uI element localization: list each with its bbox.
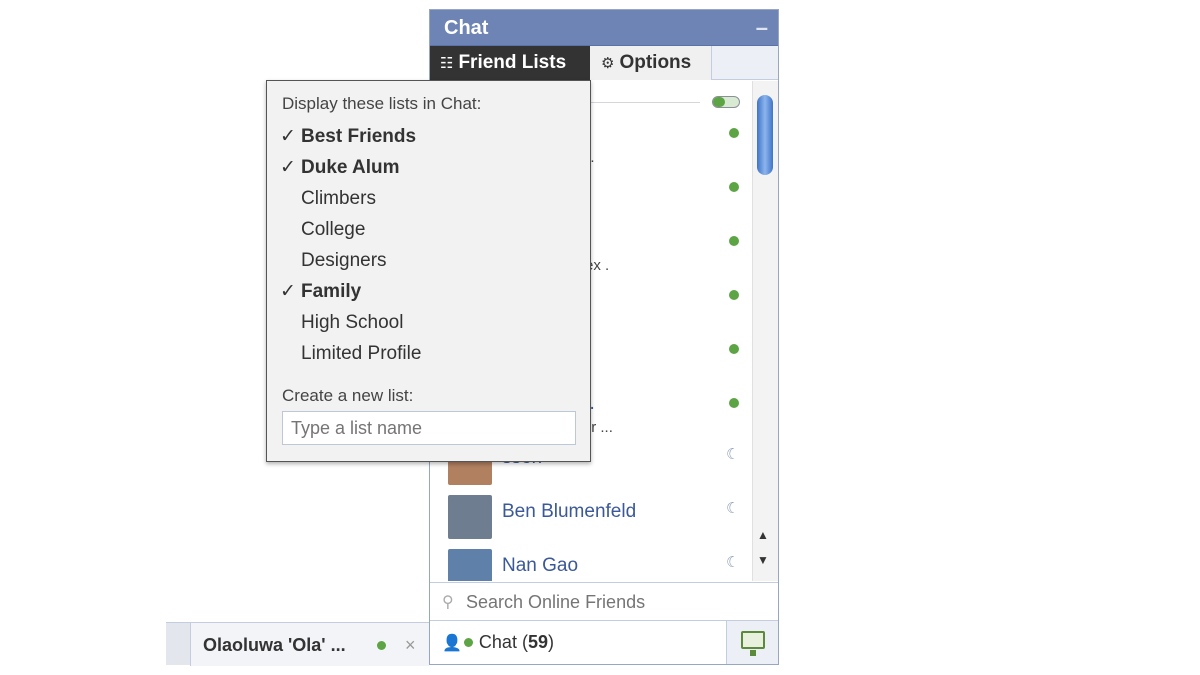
- conversation-tab-name: Olaoluwa 'Ola' ...: [203, 635, 346, 655]
- online-status-icon: [729, 344, 739, 354]
- list-option[interactable]: Climbers: [267, 184, 590, 214]
- scrollbar[interactable]: ▲ ▼: [752, 81, 778, 581]
- friend-row[interactable]: Nan Gao ☾: [430, 543, 752, 581]
- gear-icon: ⚙: [601, 55, 615, 72]
- online-status-icon: [729, 128, 739, 138]
- divider: [590, 102, 700, 103]
- tab-options-label: Options: [619, 52, 692, 73]
- search-input[interactable]: [466, 589, 766, 615]
- avatar: [448, 549, 492, 581]
- friend-name: Nan Gao: [502, 555, 579, 576]
- online-status-icon: [729, 236, 739, 246]
- online-status-icon: [729, 182, 739, 192]
- idle-moon-icon: ☾: [726, 500, 740, 517]
- idle-moon-icon: ☾: [726, 446, 740, 463]
- toggle-knob: [713, 97, 725, 107]
- avatar: [448, 495, 492, 539]
- list-option-label: Limited Profile: [301, 343, 422, 364]
- dropdown-heading: Display these lists in Chat:: [282, 94, 482, 113]
- tab-friend-lists[interactable]: ☷ Friend Lists: [430, 46, 590, 80]
- online-status-icon: [463, 638, 473, 647]
- chat-footer-button[interactable]: 👤 Chat (59): [430, 620, 726, 664]
- list-option[interactable]: ✓ Family: [267, 277, 590, 307]
- list-option-label: Best Friends: [301, 126, 417, 147]
- minimize-icon[interactable]: –: [756, 10, 768, 46]
- list-option-label: Climbers: [301, 188, 376, 209]
- scroll-down-arrow-icon[interactable]: ▼: [757, 553, 769, 567]
- chat-footer-close-paren: ): [547, 632, 554, 652]
- chat-settings-button[interactable]: [726, 620, 778, 664]
- availability-toggle[interactable]: [712, 96, 740, 108]
- checkmark-icon: ✓: [280, 157, 296, 178]
- checkmark-icon: ✓: [280, 281, 296, 302]
- online-count: 59: [527, 632, 548, 652]
- online-status-icon: [729, 290, 739, 300]
- friend-row[interactable]: Ben Blumenfeld ☾: [430, 489, 752, 543]
- conversation-tab[interactable]: Olaoluwa 'Ola' ... ×: [190, 623, 429, 666]
- checkmark-icon: ✓: [280, 126, 296, 147]
- list-icon: ☷: [440, 55, 454, 72]
- search-icon: ⚲: [442, 594, 454, 611]
- scroll-thumb[interactable]: [757, 95, 773, 175]
- idle-moon-icon: ☾: [726, 554, 740, 571]
- person-icon: 👤: [442, 635, 462, 652]
- list-option[interactable]: Designers: [267, 246, 590, 276]
- online-status-icon: [729, 398, 739, 408]
- chat-header[interactable]: Chat –: [430, 10, 778, 46]
- list-option-label: College: [301, 219, 366, 240]
- list-option[interactable]: College: [267, 215, 590, 245]
- chat-title: Chat: [444, 17, 489, 39]
- create-list-label: Create a new list:: [282, 386, 414, 405]
- list-option[interactable]: Limited Profile: [267, 339, 590, 369]
- list-option[interactable]: High School: [267, 308, 590, 338]
- online-status-icon: [377, 641, 386, 650]
- friend-lists-dropdown: Display these lists in Chat: ✓ Best Frien…: [266, 80, 591, 462]
- tab-options[interactable]: ⚙ Options: [590, 46, 712, 80]
- list-option[interactable]: ✓ Duke Alum: [267, 153, 590, 183]
- search-row: ⚲: [430, 582, 778, 620]
- chat-dock-bar: Olaoluwa 'Ola' ... ×: [166, 622, 429, 666]
- close-icon[interactable]: ×: [405, 623, 416, 667]
- chat-tabs: ☷ Friend Lists ⚙ Options: [430, 46, 778, 80]
- tab-friend-lists-label: Friend Lists: [458, 52, 567, 73]
- list-option-label: Family: [301, 281, 362, 302]
- list-option-label: Duke Alum: [301, 157, 400, 178]
- scroll-up-arrow-icon[interactable]: ▲: [757, 528, 769, 542]
- monitor-icon: [741, 631, 765, 656]
- new-list-name-input[interactable]: [282, 411, 576, 445]
- list-option[interactable]: ✓ Best Friends: [267, 122, 590, 152]
- chat-footer-label: Chat (: [478, 632, 528, 652]
- list-option-label: High School: [301, 312, 404, 333]
- friend-name: Ben Blumenfeld: [502, 501, 637, 522]
- list-option-label: Designers: [301, 250, 387, 271]
